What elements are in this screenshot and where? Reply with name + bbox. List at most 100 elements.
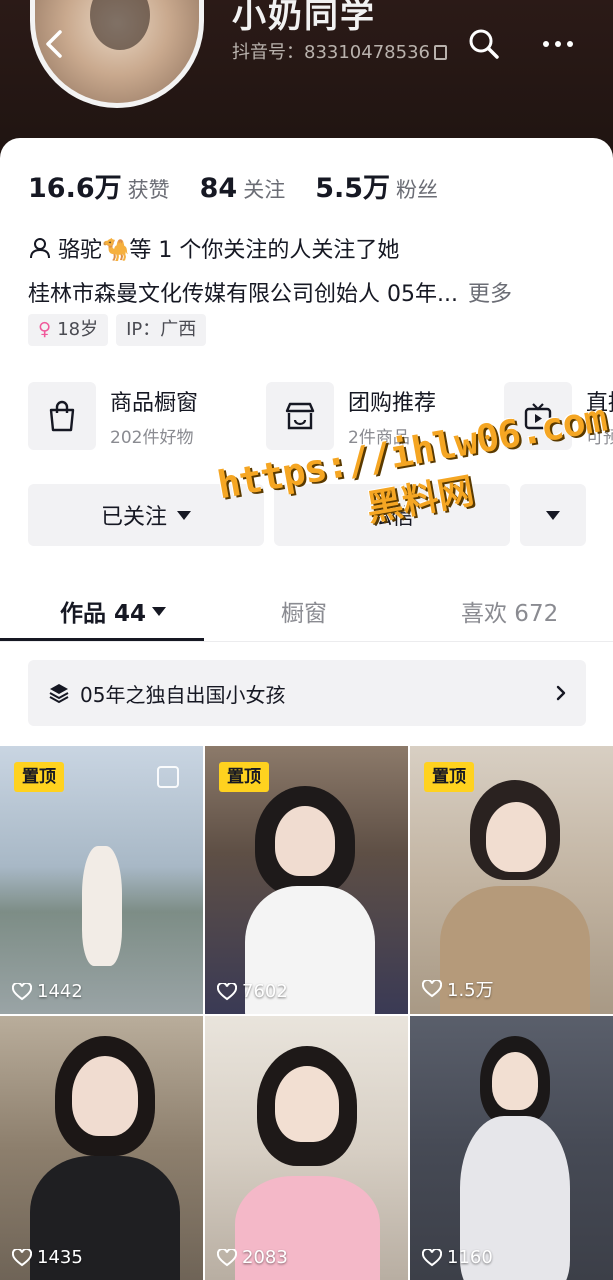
service-showcase[interactable]: 商品橱窗 202件好物 (28, 382, 198, 450)
followed-label: 已关注 (100, 505, 167, 530)
bio: 桂林市森曼文化传媒有限公司创始人 05年... 更多 (28, 276, 512, 308)
bio-more-link[interactable]: 更多 (468, 282, 512, 307)
copy-icon[interactable] (433, 45, 447, 60)
mutual-follow-note[interactable]: 骆驼🐪等 1 个你关注的人关注了她 (28, 232, 399, 264)
collection-title: 05年之独自出国小女孩 (80, 682, 286, 707)
followed-button[interactable]: 已关注 (28, 484, 264, 546)
stat-following[interactable]: 84 关注 (200, 173, 286, 204)
age-tag: ♀ 18岁 (28, 314, 109, 346)
service-groupbuy-sub: 2件商品 (348, 427, 410, 448)
profile-header: 小奶同学 抖音号：83310478536 (0, 0, 613, 160)
like-count-text: 1160 (447, 1247, 493, 1268)
like-count: 2083 (217, 1247, 288, 1268)
thumb-face (492, 1052, 538, 1110)
tab-showcase-label: 橱窗 (281, 601, 327, 627)
stat-followers[interactable]: 5.5万 粉丝 (315, 166, 438, 205)
like-count: 1435 (12, 1247, 83, 1268)
service-live-title: 直播 (586, 390, 613, 416)
mutual-text: 骆驼🐪等 1 个你关注的人关注了她 (58, 238, 400, 263)
douyin-id: 抖音号：83310478536 (232, 38, 447, 64)
more-dots-icon (543, 41, 573, 47)
chevron-left-icon (46, 30, 62, 58)
person-icon (30, 238, 50, 259)
like-count: 1.5万 (422, 976, 494, 1002)
video-thumb[interactable]: 1435 (0, 1016, 203, 1280)
thumb-face (275, 806, 335, 876)
like-count-text: 1435 (37, 1247, 83, 1268)
caret-down-icon (177, 510, 191, 520)
back-button[interactable] (38, 24, 72, 64)
thumb-figure (82, 846, 122, 966)
search-button[interactable] (466, 26, 502, 62)
shop-icon (266, 382, 334, 450)
heart-icon (422, 1248, 442, 1266)
chevron-right-icon (556, 685, 566, 701)
message-button[interactable]: 私信 (274, 484, 510, 546)
caret-down-icon (546, 510, 560, 520)
like-count: 1442 (12, 981, 83, 1002)
pinned-badge: 置顶 (14, 762, 64, 792)
message-label: 私信 (369, 505, 414, 530)
actions-row: 已关注 私信 (28, 484, 588, 546)
stat-followers-value: 5.5万 (315, 173, 391, 204)
tab-likes-label: 喜欢 672 (461, 601, 559, 627)
tab-works[interactable]: 作品 44 (60, 594, 167, 628)
thumb-face (486, 802, 546, 872)
tv-icon (504, 382, 572, 450)
video-thumb[interactable]: 置顶 1442 (0, 746, 203, 1014)
service-live-sub: 可预 (586, 427, 613, 448)
like-count-text: 7602 (242, 981, 288, 1002)
heart-icon (12, 1248, 32, 1266)
more-actions-button[interactable] (520, 484, 586, 546)
collection-row[interactable]: 05年之独自出国小女孩 (28, 660, 586, 726)
stat-likes-label: 获赞 (127, 178, 170, 202)
service-live[interactable]: 直播 可预 (504, 382, 613, 450)
tab-works-label: 作品 44 (60, 601, 147, 627)
service-showcase-title: 商品橱窗 (110, 390, 199, 416)
stat-following-label: 关注 (243, 178, 286, 202)
stat-likes[interactable]: 16.6万 获赞 (28, 166, 170, 205)
layers-icon (49, 684, 69, 704)
stats-row: 16.6万 获赞 84 关注 5.5万 粉丝 (28, 166, 468, 205)
ip-text: IP：广西 (126, 319, 197, 340)
video-thumb[interactable]: 2083 (205, 1016, 408, 1280)
stat-followers-label: 粉丝 (396, 178, 439, 202)
like-count-text: 2083 (242, 1247, 288, 1268)
bag-icon (28, 382, 96, 450)
pinned-badge: 置顶 (219, 762, 269, 792)
like-count: 7602 (217, 981, 288, 1002)
tab-likes[interactable]: 喜欢 672 (461, 594, 558, 628)
more-button[interactable] (540, 30, 576, 58)
tab-showcase[interactable]: 橱窗 (281, 594, 327, 628)
like-count-text: 1.5万 (447, 980, 494, 1001)
stat-likes-value: 16.6万 (28, 173, 122, 204)
thumb-face (275, 1066, 339, 1142)
tags-row: ♀ 18岁 IP：广西 (28, 314, 214, 346)
heart-icon (217, 982, 237, 1000)
service-showcase-sub: 202件好物 (110, 427, 194, 448)
stat-following-value: 84 (199, 173, 238, 204)
thumb-face (72, 1056, 138, 1136)
nickname: 小奶同学 (232, 0, 376, 36)
heart-icon (422, 980, 442, 998)
heart-icon (217, 1248, 237, 1266)
video-thumb[interactable]: 置顶 1.5万 (410, 746, 613, 1014)
multi-image-icon (157, 766, 179, 788)
female-icon: ♀ (38, 319, 52, 340)
ip-tag: IP：广西 (116, 314, 207, 346)
heart-icon (12, 982, 32, 1000)
age-text: 18岁 (57, 319, 99, 340)
service-groupbuy[interactable]: 团购推荐 2件商品 (266, 382, 436, 450)
tab-active-indicator (0, 638, 204, 641)
search-icon (469, 29, 499, 59)
like-count: 1160 (422, 1247, 493, 1268)
service-groupbuy-title: 团购推荐 (348, 390, 437, 416)
video-thumb[interactable]: 1160 (410, 1016, 613, 1280)
like-count-text: 1442 (37, 981, 83, 1002)
video-thumb[interactable]: 置顶 7602 (205, 746, 408, 1014)
pinned-badge: 置顶 (424, 762, 474, 792)
video-grid: 置顶 1442 置顶 7602 置顶 1.5万 1435 2083 1160 (0, 746, 613, 1280)
services-row: 商品橱窗 202件好物 团购推荐 2件商品 直播 可预 (28, 382, 613, 452)
tabs-bar: 作品 44 橱窗 喜欢 672 (0, 586, 613, 642)
bio-text: 桂林市森曼文化传媒有限公司创始人 05年... (28, 282, 458, 307)
